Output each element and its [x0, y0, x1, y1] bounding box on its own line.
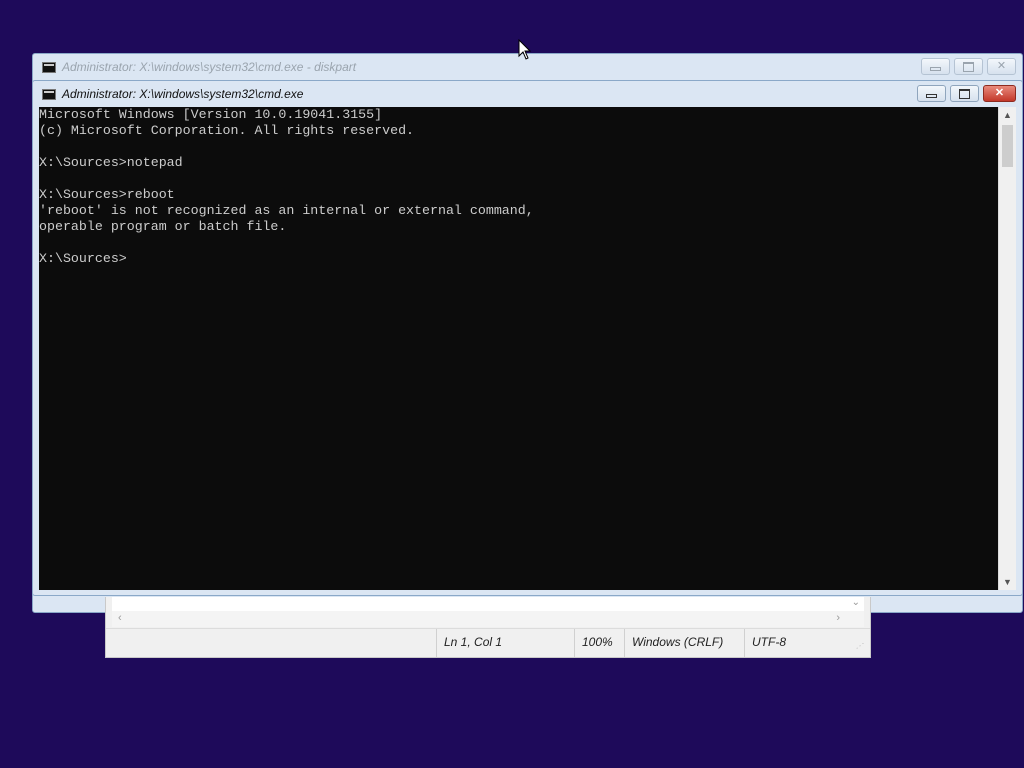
status-encoding: UTF-8 — [744, 629, 854, 657]
scroll-down-icon[interactable]: ▼ — [999, 574, 1016, 590]
console-line: (c) Microsoft Corporation. All rights re… — [39, 123, 415, 138]
close-button[interactable]: ✕ — [983, 85, 1016, 102]
maximize-button[interactable] — [954, 58, 983, 75]
vertical-scrollbar[interactable]: ▲ ▼ — [998, 107, 1016, 590]
status-position: Ln 1, Col 1 — [436, 629, 574, 657]
console-area[interactable]: Microsoft Windows [Version 10.0.19041.31… — [39, 107, 1016, 590]
scrollbar-thumb[interactable] — [1002, 125, 1013, 167]
console-line: X:\Sources>reboot — [39, 187, 175, 202]
cmd-icon — [42, 88, 56, 100]
close-icon: ✕ — [994, 87, 1005, 99]
cmd-window[interactable]: Administrator: X:\windows\system32\cmd.e… — [32, 80, 1023, 596]
close-icon: ✕ — [996, 60, 1007, 72]
maximize-icon — [959, 88, 970, 99]
status-bar: Ln 1, Col 1 100% Windows (CRLF) UTF-8 ⋰ — [106, 628, 870, 657]
maximize-icon — [963, 61, 974, 72]
cmd-icon — [42, 61, 56, 73]
window-title: Administrator: X:\windows\system32\cmd.e… — [62, 60, 357, 74]
console-line: X:\Sources> — [39, 251, 127, 266]
status-zoom: 100% — [574, 629, 624, 657]
chevron-down-icon[interactable]: ⌄ — [852, 597, 860, 608]
minimize-button[interactable] — [921, 58, 950, 75]
console-line: 'reboot' is not recognized as an interna… — [39, 203, 534, 218]
console-line: X:\Sources>notepad — [39, 155, 183, 170]
notepad-window[interactable]: ⌄ ‹ › Ln 1, Col 1 100% Windows (CRLF) UT… — [105, 597, 871, 658]
mouse-cursor-icon — [518, 39, 532, 60]
maximize-button[interactable] — [950, 85, 979, 102]
minimize-icon — [930, 67, 941, 71]
scroll-left-icon[interactable]: ‹ — [118, 612, 122, 624]
scroll-up-icon[interactable]: ▲ — [999, 107, 1016, 123]
titlebar[interactable]: Administrator: X:\windows\system32\cmd.e… — [33, 81, 1022, 107]
window-title: Administrator: X:\windows\system32\cmd.e… — [62, 87, 304, 101]
console-output[interactable]: Microsoft Windows [Version 10.0.19041.31… — [39, 107, 999, 590]
status-line-endings: Windows (CRLF) — [624, 629, 744, 657]
close-button[interactable]: ✕ — [987, 58, 1016, 75]
console-line: operable program or batch file. — [39, 219, 287, 234]
scroll-right-icon[interactable]: › — [836, 612, 840, 624]
notepad-text-area[interactable] — [112, 597, 864, 611]
resize-grip-icon[interactable]: ⋰ — [856, 643, 864, 651]
console-line: Microsoft Windows [Version 10.0.19041.31… — [39, 107, 383, 122]
horizontal-scrollbar[interactable]: ‹ › — [112, 611, 864, 627]
minimize-button[interactable] — [917, 85, 946, 102]
minimize-icon — [926, 94, 937, 98]
